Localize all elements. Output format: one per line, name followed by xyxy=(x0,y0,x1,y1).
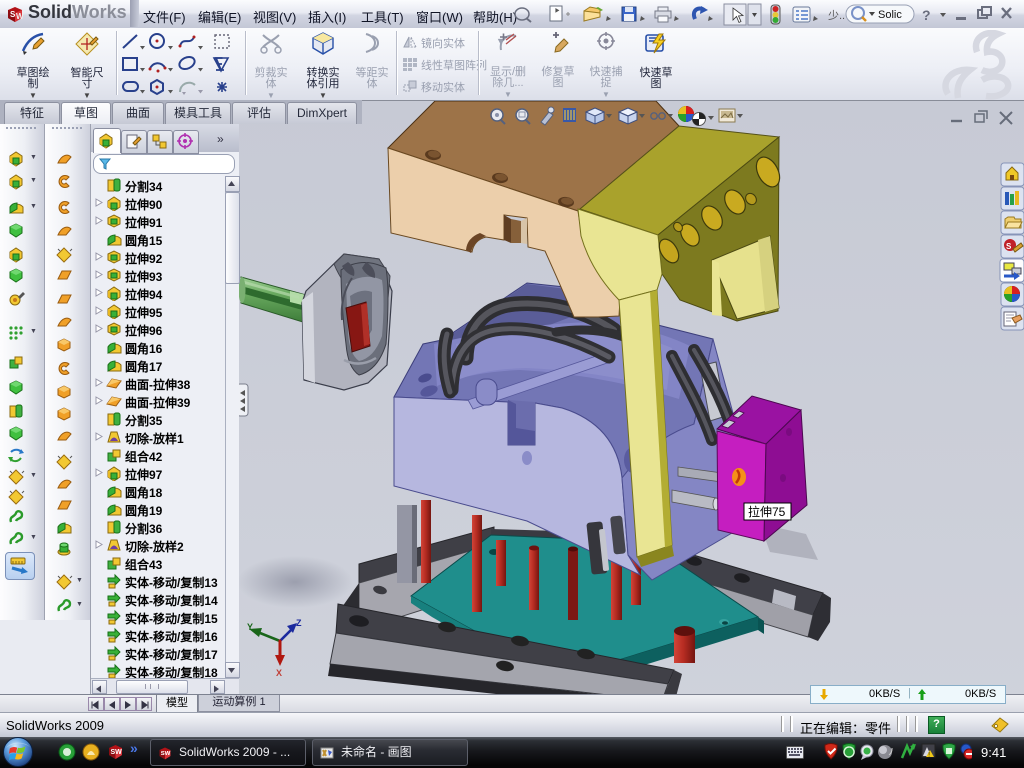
svg-text:少..: 少.. xyxy=(828,9,845,22)
svg-text:SW: SW xyxy=(161,751,171,757)
svg-text:Z: Z xyxy=(296,618,302,628)
svg-text:Y: Y xyxy=(247,622,253,632)
svg-text:X: X xyxy=(276,668,282,678)
svg-text:W: W xyxy=(16,12,24,21)
svg-text:S: S xyxy=(1006,242,1012,251)
svg-text:Solic: Solic xyxy=(878,9,902,21)
svg-text:?: ? xyxy=(922,7,931,23)
svg-text:拉伸75: 拉伸75 xyxy=(748,504,786,519)
svg-text:SW: SW xyxy=(111,749,123,756)
